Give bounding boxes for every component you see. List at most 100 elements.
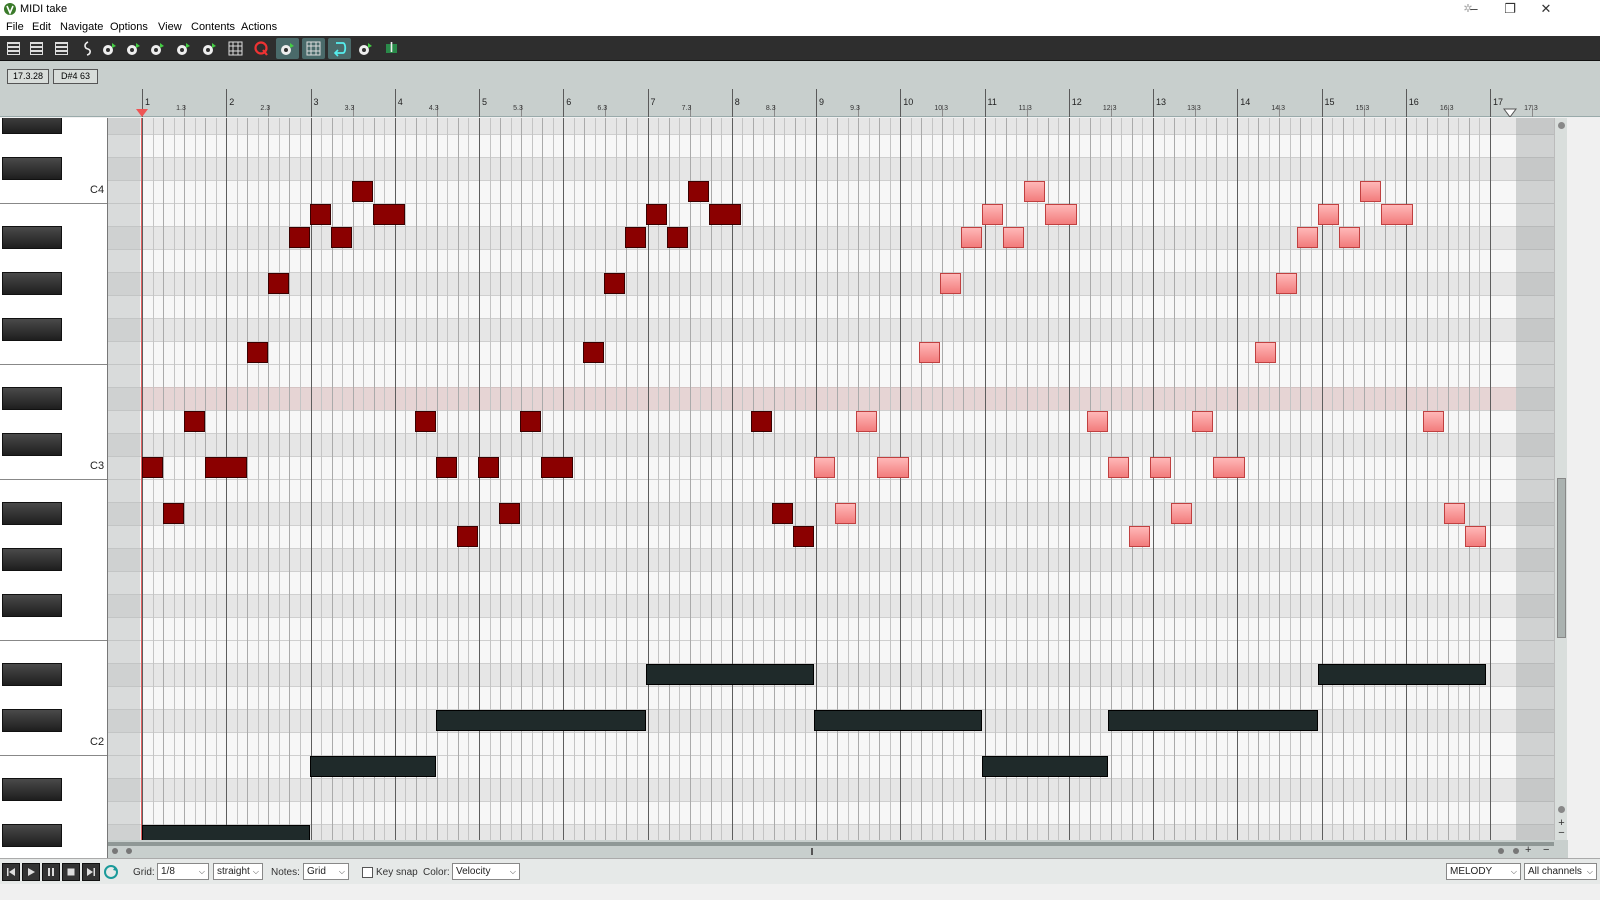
pitch-lane[interactable] (108, 594, 1554, 617)
melody-note[interactable] (814, 457, 835, 478)
pitch-lane[interactable] (108, 295, 1554, 318)
melody-note[interactable] (856, 411, 877, 432)
maximize-button[interactable]: ❐ (1492, 0, 1528, 19)
bass-note[interactable] (982, 756, 1108, 777)
pitch-lane[interactable] (108, 364, 1554, 387)
melody-note[interactable] (940, 273, 961, 294)
melody-note[interactable] (1150, 457, 1171, 478)
minimize-button[interactable]: – (1456, 0, 1492, 19)
notes-select[interactable]: Grid ⌵ (303, 863, 349, 880)
toolbar-grid-snap-button[interactable] (302, 38, 325, 59)
melody-note[interactable] (583, 342, 604, 363)
melody-note[interactable] (646, 204, 667, 225)
bass-note[interactable] (1108, 710, 1318, 731)
melody-note[interactable] (1360, 181, 1381, 202)
bass-note[interactable] (436, 710, 646, 731)
piano-roll-grid[interactable] (108, 118, 1554, 840)
melody-note[interactable] (541, 457, 573, 478)
scroll-up-icon[interactable] (1558, 122, 1565, 129)
pitch-lane[interactable] (108, 778, 1554, 801)
scroll-left-fast-icon[interactable] (126, 848, 132, 854)
key-snap-checkbox[interactable] (362, 867, 373, 878)
melody-note[interactable] (688, 181, 709, 202)
timeline-ruler[interactable]: 1 1.3 2 2.3 3 3.3 4 4.3 5 5.3 6 6.3 7 7.3 8 8.3 9 9.3 10 10… (0, 89, 1600, 117)
h-zoom-in-icon[interactable]: + (1525, 845, 1531, 856)
toolbar-piano-roll-button[interactable] (50, 38, 73, 59)
pitch-lane[interactable] (108, 640, 1554, 663)
melody-note[interactable] (184, 411, 205, 432)
menu-options[interactable]: Options (110, 21, 148, 33)
loop-toggle-button[interactable] (102, 863, 120, 881)
melody-note[interactable] (268, 273, 289, 294)
close-button[interactable]: ✕ (1528, 0, 1564, 19)
melody-note[interactable] (877, 457, 909, 478)
melody-note[interactable] (772, 503, 793, 524)
black-key[interactable] (2, 594, 62, 617)
melody-note[interactable] (1108, 457, 1129, 478)
melody-note[interactable] (1444, 503, 1465, 524)
melody-note[interactable] (1465, 526, 1486, 547)
melody-note[interactable] (373, 204, 405, 225)
pitch-lane[interactable] (108, 157, 1554, 180)
scroll-left-icon[interactable] (112, 848, 118, 854)
stop-button[interactable] (62, 863, 80, 881)
bass-note[interactable] (1318, 664, 1486, 685)
pitch-lane[interactable] (108, 249, 1554, 272)
black-key[interactable] (2, 226, 62, 249)
melody-note[interactable] (919, 342, 940, 363)
toolbar-step-input-button[interactable] (172, 38, 195, 59)
black-key[interactable] (2, 663, 62, 686)
melody-note[interactable] (1318, 204, 1339, 225)
pitch-lane[interactable] (108, 525, 1554, 548)
melody-note[interactable] (205, 457, 247, 478)
menu-actions[interactable]: Actions (241, 21, 277, 33)
skip-end-button[interactable] (82, 863, 100, 881)
melody-note[interactable] (247, 342, 268, 363)
black-key[interactable] (2, 157, 62, 180)
pitch-lane[interactable] (108, 433, 1554, 456)
end-marker-icon[interactable] (1503, 108, 1517, 117)
pitch-lane[interactable] (108, 318, 1554, 341)
scroll-right-icon[interactable] (1498, 848, 1504, 854)
play-button[interactable] (22, 863, 40, 881)
pitch-lane[interactable] (108, 686, 1554, 709)
melody-note[interactable] (982, 204, 1003, 225)
melody-note[interactable] (499, 503, 520, 524)
scroll-down-icon[interactable] (1558, 806, 1565, 813)
scroll-right-fast-icon[interactable] (1513, 848, 1519, 854)
menu-file[interactable]: File (6, 21, 24, 33)
melody-note[interactable] (1381, 204, 1413, 225)
skip-start-button[interactable] (2, 863, 20, 881)
melody-note[interactable] (436, 457, 457, 478)
pitch-lane[interactable] (108, 134, 1554, 157)
pitch-lane[interactable] (108, 479, 1554, 502)
toolbar-loop-button[interactable] (328, 38, 351, 59)
pitch-lane[interactable] (108, 824, 1554, 840)
melody-note[interactable] (1024, 181, 1045, 202)
melody-note[interactable] (1276, 273, 1297, 294)
grid-type-select[interactable]: straight ⌵ (213, 863, 263, 880)
h-zoom-out-icon[interactable]: − (1543, 845, 1549, 856)
bass-note[interactable] (142, 825, 310, 840)
color-select[interactable]: Velocity ⌵ (452, 863, 520, 880)
melody-note[interactable] (310, 204, 331, 225)
melody-note[interactable] (520, 411, 541, 432)
melody-note[interactable] (751, 411, 772, 432)
bass-note[interactable] (814, 710, 982, 731)
toolbar-quantize-button[interactable] (250, 38, 273, 59)
zoom-out-icon[interactable]: − (1556, 828, 1567, 839)
melody-note[interactable] (163, 503, 184, 524)
pitch-lane[interactable] (108, 502, 1554, 525)
melody-note[interactable] (1003, 227, 1024, 248)
toolbar-notation-button[interactable] (76, 38, 99, 59)
black-key[interactable] (2, 387, 62, 410)
vertical-scroll-thumb[interactable] (1557, 478, 1566, 638)
melody-note[interactable] (1171, 503, 1192, 524)
channel-select[interactable]: All channels ⌵ (1524, 863, 1597, 880)
melody-note[interactable] (961, 227, 982, 248)
start-marker-icon[interactable] (136, 109, 148, 117)
toolbar-list-view-button[interactable] (2, 38, 25, 59)
black-key[interactable] (2, 318, 62, 341)
melody-note[interactable] (142, 457, 163, 478)
melody-note[interactable] (1087, 411, 1108, 432)
